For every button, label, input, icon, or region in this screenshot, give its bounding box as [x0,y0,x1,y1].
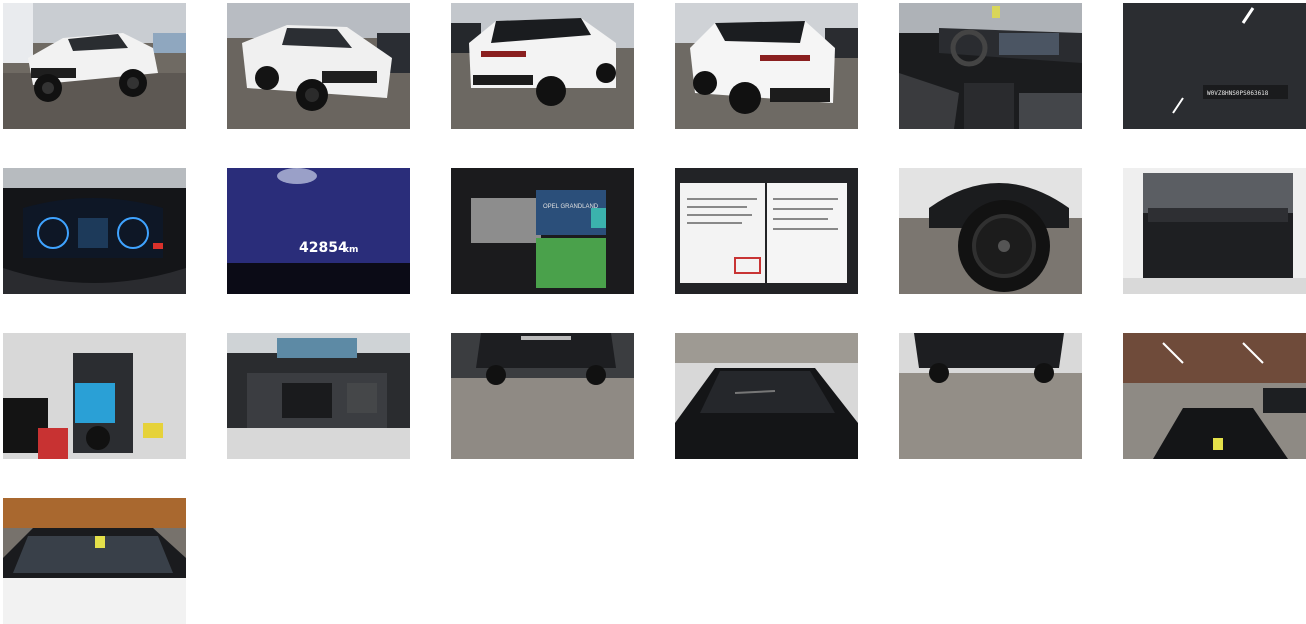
photo-roof[interactable] [675,333,858,459]
odometer-value: 42854 [299,240,348,256]
photo-rear-left-exterior[interactable] [451,3,634,129]
photo-rear-underside[interactable] [451,333,634,459]
photo-trunk[interactable] [1123,168,1306,294]
photo-wheel[interactable] [899,168,1082,294]
manual-title: OPEL GRANDLAND [543,204,599,210]
vin-plate-text: W0VZ8HNS0PS063618 [1207,90,1269,97]
photo-instrument-cluster[interactable] [3,168,186,294]
photo-engine-bay[interactable] [227,333,410,459]
photo-front-underside[interactable] [899,333,1082,459]
photo-hall-overview[interactable] [1123,333,1306,459]
photo-front-right-exterior[interactable] [227,3,410,129]
photo-spare-tire-well[interactable] [3,333,186,459]
photo-rear-right-exterior[interactable] [675,3,858,129]
photo-windshield-vin-plate[interactable]: W0VZ8HNS0PS063618 [1123,3,1306,129]
photo-hood-and-windshield[interactable] [3,498,186,624]
photo-gallery: W0VZ8HNS0PS063618 42854 km OPEL GRANDLAN… [0,0,1306,624]
photo-manuals-and-keys[interactable]: OPEL GRANDLAND [451,168,634,294]
odometer-unit: km [343,245,358,255]
photo-interior-dashboard[interactable] [899,3,1082,129]
photo-front-left-exterior[interactable] [3,3,186,129]
photo-service-book[interactable] [675,168,858,294]
photo-odometer[interactable]: 42854 km [227,168,410,294]
